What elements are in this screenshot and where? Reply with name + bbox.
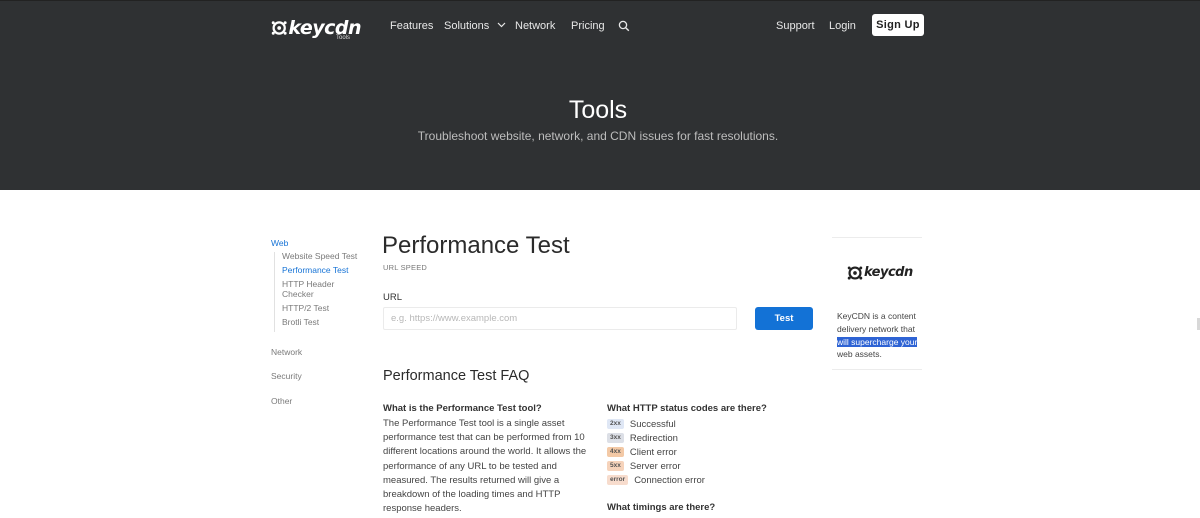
sidebar-item-website-speed-test[interactable]: Website Speed Test — [282, 251, 364, 262]
search-icon[interactable] — [618, 20, 630, 32]
sidebar-item-http-header-checker[interactable]: HTTP Header Checker — [282, 279, 364, 299]
hero-banner: keycdn Tools Features Solutions Network … — [0, 0, 1200, 190]
ad-text-start: KeyCDN is a content delivery network tha… — [837, 311, 916, 334]
ad-text-end: web assets. — [837, 349, 882, 360]
ad-logo: keycdn — [847, 265, 913, 281]
logo-wordmark: keycdn — [288, 17, 361, 39]
sidebar-category-network[interactable]: Network — [271, 347, 302, 357]
nav-login[interactable]: Login — [829, 20, 856, 33]
page-title: Performance Test — [382, 232, 570, 259]
nav-network[interactable]: Network — [515, 20, 555, 33]
nav-features[interactable]: Features — [390, 20, 433, 33]
status-code-row: error Connection error — [607, 474, 705, 486]
hero-subtitle: Troubleshoot website, network, and CDN i… — [417, 129, 779, 143]
ad-logo-wordmark: keycdn — [864, 265, 913, 280]
logo-subtitle: Tools — [336, 35, 351, 41]
top-nav: keycdn Tools Features Solutions Network … — [0, 1, 1200, 51]
status-code-label: Server error — [629, 460, 681, 472]
sidebar-category-web[interactable]: Web — [271, 238, 288, 248]
faq-question-timings: What timings are there? — [607, 502, 716, 513]
test-button[interactable]: Test — [755, 307, 813, 330]
status-code-badge: error — [607, 475, 629, 485]
status-code-label: Successful — [629, 418, 676, 430]
faq-question-status-codes: What HTTP status codes are there? — [607, 403, 767, 414]
keycdn-ad-card[interactable]: keycdn KeyCDN is a content delivery netw… — [832, 237, 922, 370]
status-code-row: 2xx Successful — [607, 418, 676, 430]
status-code-label: Connection error — [634, 474, 705, 486]
hero-title: Tools — [568, 96, 628, 124]
faq-answer-what-is: The Performance Test tool is a single as… — [383, 418, 587, 515]
keycdn-logo-icon — [847, 266, 863, 280]
sidebar-web-list: Website Speed Test Performance Test HTTP… — [274, 251, 364, 332]
chevron-down-icon — [497, 22, 506, 28]
sidebar-item-brotli-test[interactable]: Brotli Test — [282, 317, 364, 328]
sidebar-category-other[interactable]: Other — [271, 396, 292, 406]
keycdn-logo-icon — [271, 21, 287, 35]
faq-title: Performance Test FAQ — [383, 368, 530, 384]
faq-question-what-is: What is the Performance Test tool? — [383, 403, 542, 414]
nav-solutions[interactable]: Solutions — [444, 20, 506, 33]
page-eyebrow: URL SPEED — [383, 263, 428, 272]
status-code-badge: 3xx — [607, 433, 624, 443]
sidebar-item-performance-test[interactable]: Performance Test — [282, 265, 364, 276]
status-code-badge: 4xx — [607, 447, 624, 457]
status-code-label: Redirection — [629, 432, 678, 444]
sidebar-category-security[interactable]: Security — [271, 371, 302, 381]
url-input[interactable] — [383, 307, 737, 330]
status-code-row: 4xx Client error — [607, 446, 677, 458]
sidebar-item-http2-test[interactable]: HTTP/2 Test — [282, 303, 364, 314]
nav-solutions-label: Solutions — [444, 20, 490, 32]
nav-pricing[interactable]: Pricing — [571, 20, 605, 33]
ad-text-highlight: will supercharge your — [837, 336, 918, 347]
status-code-row: 5xx Server error — [607, 460, 681, 472]
ad-text: KeyCDN is a content delivery network tha… — [837, 310, 923, 361]
nav-support[interactable]: Support — [776, 20, 815, 33]
url-label: URL — [383, 292, 403, 303]
status-code-row: 3xx Redirection — [607, 432, 678, 444]
status-code-label: Client error — [629, 446, 677, 458]
signup-button[interactable]: Sign Up — [872, 14, 924, 36]
status-code-badge: 2xx — [607, 419, 624, 429]
keycdn-logo[interactable]: keycdn Tools — [271, 13, 361, 43]
status-code-badge: 5xx — [607, 461, 624, 471]
